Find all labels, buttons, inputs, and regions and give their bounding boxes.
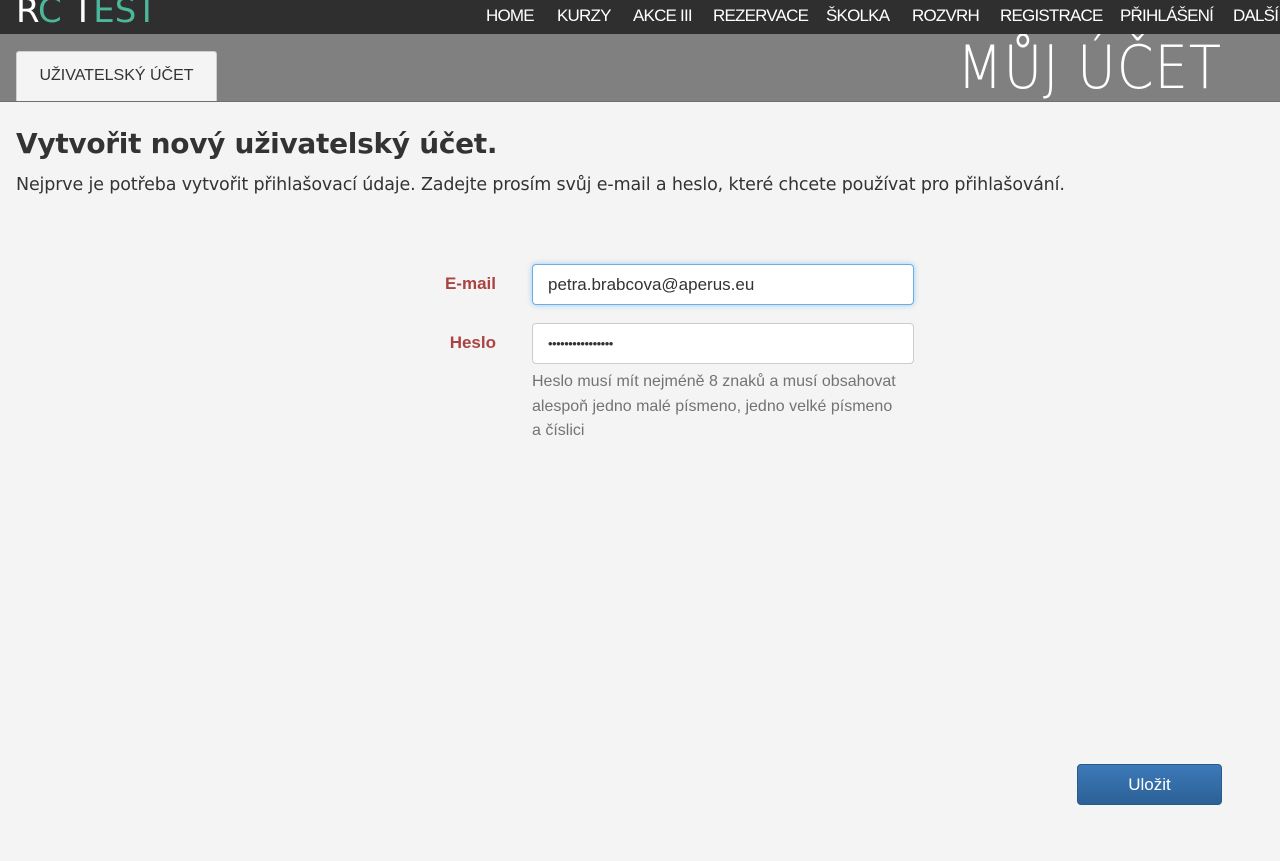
nav-item-kurzy[interactable]: KURZY xyxy=(557,6,611,26)
email-label: E-mail xyxy=(444,274,496,293)
page-title: Vytvořit nový uživatelský účet. xyxy=(16,127,498,160)
intro-text: Nejprve je potřeba vytvořit přihlašovací… xyxy=(16,175,1065,195)
top-navbar: RC TEST HOME KURZY AKCE III REZERVACE ŠK… xyxy=(0,0,1280,34)
password-field[interactable] xyxy=(532,323,914,364)
nav-item-prihlaseni[interactable]: PŘIHLÁŠENÍ xyxy=(1120,6,1214,26)
password-label: Heslo xyxy=(449,333,496,352)
nav-item-registrace[interactable]: REGISTRACE xyxy=(1000,6,1103,26)
nav-item-rozvrh[interactable]: ROZVRH xyxy=(912,6,980,26)
save-button[interactable]: Uložit xyxy=(1077,764,1222,805)
tab-user-account[interactable]: UŽIVATELSKÝ ÚČET xyxy=(16,51,217,101)
page-heading: MŮJ ÚČET xyxy=(957,34,1222,102)
tab-bar: UŽIVATELSKÝ ÚČET MŮJ ÚČET xyxy=(0,34,1280,102)
email-field[interactable] xyxy=(532,264,914,305)
nav-item-skolka[interactable]: ŠKOLKA xyxy=(826,6,890,26)
nav-item-rezervace[interactable]: REZERVACE xyxy=(713,6,809,26)
nav-item-akce[interactable]: AKCE III xyxy=(633,6,693,26)
password-help-text: Heslo musí mít nejméně 8 znaků a musí ob… xyxy=(532,373,896,439)
main-nav: HOME KURZY AKCE III REZERVACE ŠKOLKA ROZ… xyxy=(0,0,1280,34)
nav-item-home[interactable]: HOME xyxy=(486,6,535,26)
nav-item-dalsi[interactable]: DALŠÍ xyxy=(1233,6,1279,26)
